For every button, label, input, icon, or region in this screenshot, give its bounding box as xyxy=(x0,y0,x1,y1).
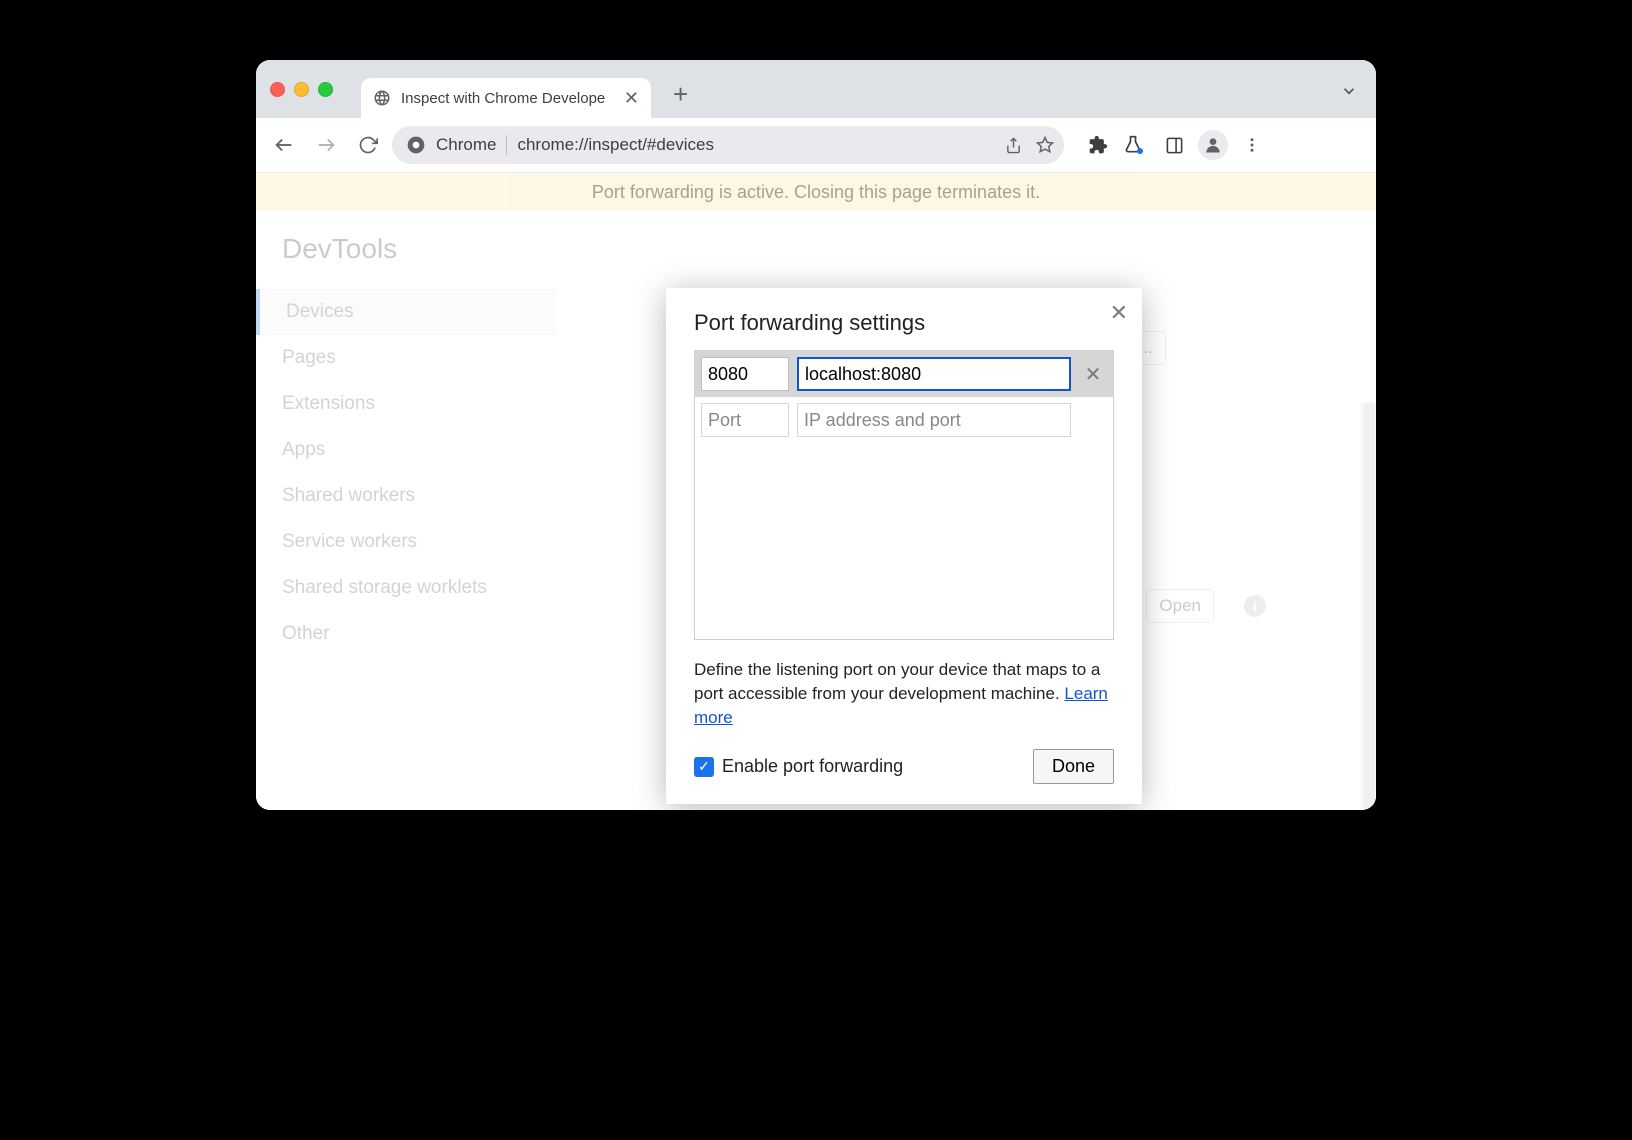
sidebar-item-shared-storage-worklets[interactable]: Shared storage worklets xyxy=(282,565,556,611)
maximize-window-icon[interactable] xyxy=(318,82,333,97)
modal-description-text: Define the listening port on your device… xyxy=(694,660,1100,703)
traffic-lights xyxy=(270,82,333,97)
sidebar-item-shared-workers[interactable]: Shared workers xyxy=(282,473,556,519)
port-input[interactable] xyxy=(701,357,789,391)
info-icon[interactable]: i xyxy=(1244,595,1266,617)
back-button[interactable] xyxy=(266,127,302,163)
port-row-empty: ✕ xyxy=(695,397,1113,443)
sidebar-item-service-workers[interactable]: Service workers xyxy=(282,519,556,565)
open-button[interactable]: Open xyxy=(1146,589,1214,623)
port-forwarding-table: ✕ ✕ xyxy=(694,350,1114,640)
devtools-title: DevTools xyxy=(282,233,556,265)
url-text: chrome://inspect/#devices xyxy=(517,135,992,155)
side-panel-icon[interactable] xyxy=(1160,131,1188,159)
enable-port-forwarding-checkbox[interactable]: ✓ Enable port forwarding xyxy=(694,756,903,777)
modal-footer: ✓ Enable port forwarding Done xyxy=(694,749,1114,784)
info-bar: Port forwarding is active. Closing this … xyxy=(256,173,1376,211)
checkbox-icon: ✓ xyxy=(694,757,714,777)
port-input-empty[interactable] xyxy=(701,403,789,437)
toolbar: Chrome chrome://inspect/#devices xyxy=(256,118,1376,173)
extension-icons xyxy=(1084,130,1266,160)
scrollbar[interactable] xyxy=(1360,403,1376,810)
bookmark-icon[interactable] xyxy=(1034,134,1056,156)
menu-icon[interactable] xyxy=(1238,131,1266,159)
port-forwarding-modal: ✕ Port forwarding settings ✕ ✕ Define th… xyxy=(666,288,1142,804)
modal-close-icon[interactable]: ✕ xyxy=(1110,300,1128,326)
profile-avatar[interactable] xyxy=(1198,130,1228,160)
sidebar-item-apps[interactable]: Apps xyxy=(282,427,556,473)
chrome-icon xyxy=(406,135,426,155)
delete-row-icon[interactable]: ✕ xyxy=(1079,362,1107,387)
done-button[interactable]: Done xyxy=(1033,749,1114,784)
address-input[interactable] xyxy=(797,357,1071,391)
devtools-sidebar: DevTools Devices Pages Extensions Apps S… xyxy=(256,211,556,810)
labs-icon[interactable] xyxy=(1122,131,1150,159)
tab-close-icon[interactable]: ✕ xyxy=(624,89,639,107)
scrollbar-thumb[interactable] xyxy=(1363,403,1375,810)
sidebar-item-devices[interactable]: Devices xyxy=(256,289,556,335)
sidebar-item-other[interactable]: Other xyxy=(282,611,556,657)
address-input-empty[interactable] xyxy=(797,403,1071,437)
browser-window: Inspect with Chrome Develope ✕ + Chrome … xyxy=(256,60,1376,810)
url-chip: Chrome xyxy=(436,135,507,155)
extensions-icon[interactable] xyxy=(1084,131,1112,159)
share-icon[interactable] xyxy=(1002,134,1024,156)
close-window-icon[interactable] xyxy=(270,82,285,97)
forward-button[interactable] xyxy=(308,127,344,163)
reload-button[interactable] xyxy=(350,127,386,163)
sidebar-item-extensions[interactable]: Extensions xyxy=(282,381,556,427)
new-tab-button[interactable]: + xyxy=(673,79,688,110)
globe-icon xyxy=(373,89,391,107)
sidebar-item-pages[interactable]: Pages xyxy=(282,335,556,381)
modal-description: Define the listening port on your device… xyxy=(694,658,1114,729)
tab-title: Inspect with Chrome Develope xyxy=(401,90,614,107)
minimize-window-icon[interactable] xyxy=(294,82,309,97)
browser-tab[interactable]: Inspect with Chrome Develope ✕ xyxy=(361,78,651,118)
address-bar[interactable]: Chrome chrome://inspect/#devices xyxy=(392,126,1064,164)
tabs-dropdown-icon[interactable] xyxy=(1340,82,1358,100)
modal-title: Port forwarding settings xyxy=(694,310,1114,336)
enable-label: Enable port forwarding xyxy=(722,756,903,777)
port-row: ✕ xyxy=(695,351,1113,397)
titlebar: Inspect with Chrome Develope ✕ + xyxy=(256,60,1376,118)
